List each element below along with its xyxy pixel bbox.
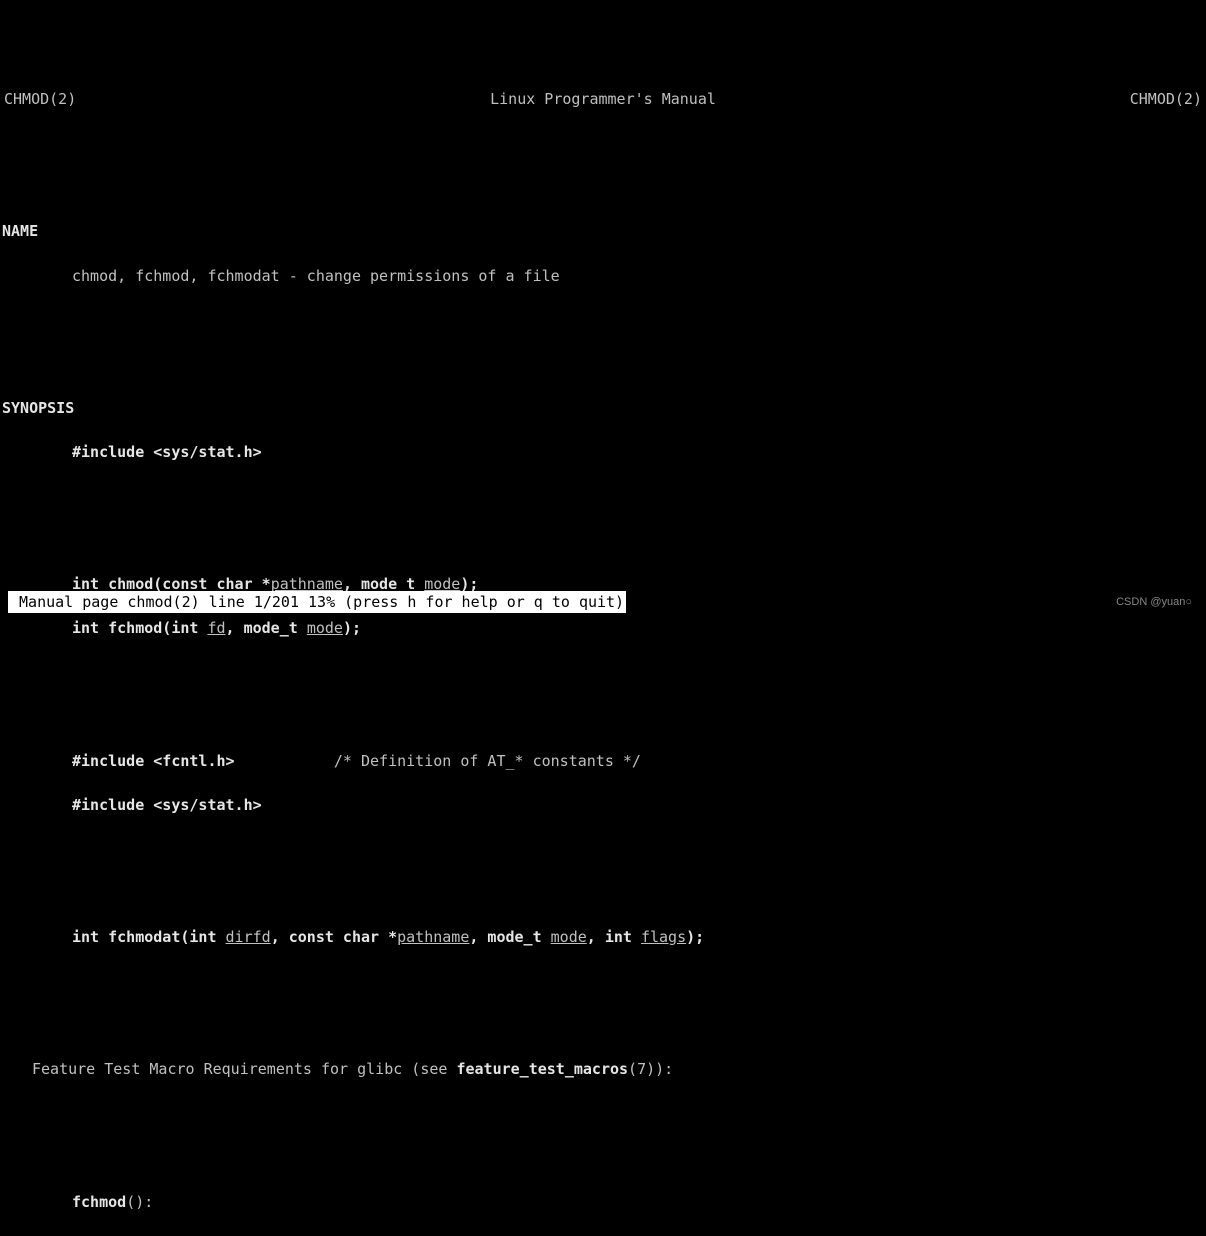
section-synopsis-label: SYNOPSIS [0, 397, 1206, 419]
header-right: CHMOD(2) [1130, 88, 1202, 110]
fchmodat-signature: int fchmodat(int dirfd, const char *path… [0, 926, 1206, 948]
since-glibc-224: Since glibc 2.24: [0, 1235, 1206, 1236]
section-name-label: NAME [0, 220, 1206, 242]
fchmod-ftm-label: fchmod(): [0, 1191, 1206, 1213]
include-sys-stat: #include <sys/stat.h> [0, 441, 1206, 463]
include-fcntl: #include <fcntl.h> /* Definition of AT_*… [0, 750, 1206, 772]
header-center: Linux Programmer's Manual [490, 88, 716, 110]
pager-status-bar[interactable]: Manual page chmod(2) line 1/201 13% (pre… [8, 591, 626, 613]
include-sys-stat-2: #include <sys/stat.h> [0, 794, 1206, 816]
header-left: CHMOD(2) [4, 88, 76, 110]
manpage-header: CHMOD(2) Linux Programmer's Manual CHMOD… [0, 88, 1206, 110]
watermark-text: CSDN @yuan○ [1116, 594, 1192, 610]
fchmod-signature: int fchmod(int fd, mode_t mode); [0, 617, 1206, 639]
name-description: chmod, fchmod, fchmodat - change permiss… [0, 265, 1206, 287]
feature-test-macros-line: Feature Test Macro Requirements for glib… [0, 1058, 1206, 1080]
